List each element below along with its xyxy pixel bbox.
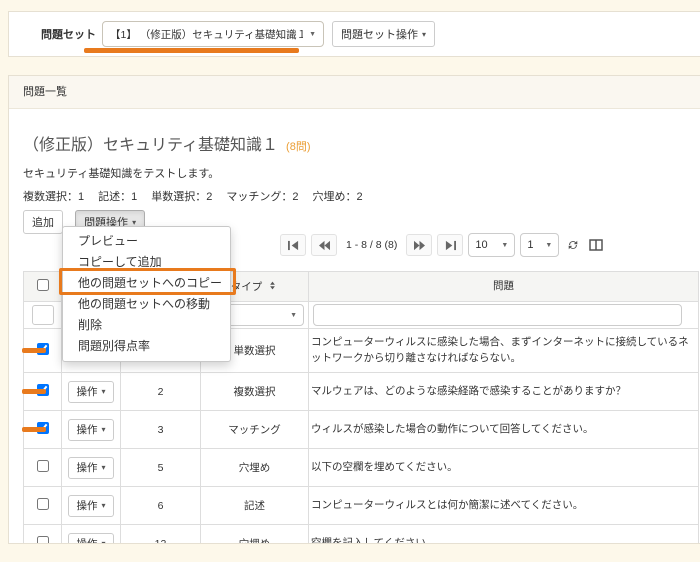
question-set-label: 問題セット [41, 26, 96, 42]
question-text: コンピューターウィルスに感染した場合、まずインターネットに接続しているネットワー… [309, 329, 699, 373]
row-operation-button[interactable]: 操作▾ [68, 419, 113, 441]
annotation-select-underline [84, 48, 299, 53]
refresh-button[interactable] [564, 236, 582, 254]
row-operation-button[interactable]: 操作▾ [68, 381, 113, 403]
row-operation-button[interactable]: 操作▾ [68, 457, 113, 479]
row-select-checkbox[interactable] [37, 460, 49, 472]
quiz-stat: 単数選択：2 [151, 191, 212, 203]
question-text: ウィルスが感染した場合の動作について回答してください。 [309, 411, 699, 449]
question-type: 穴埋め [201, 449, 309, 487]
page-size-value: 10 [475, 239, 487, 251]
chevron-down-icon: ▼ [545, 242, 552, 249]
quiz-description: セキュリティ基礎知識をテストします。 [23, 165, 700, 181]
last-page-icon [444, 240, 457, 251]
annotation-checkbox-underline [22, 389, 46, 394]
menu-item[interactable]: プレビュー [63, 231, 230, 252]
question-column-header: 問題 [309, 272, 699, 302]
table-row: 操作▾ 3マッチングウィルスが感染した場合の動作について回答してください。 [24, 411, 699, 449]
question-set-operations-button[interactable]: 問題セット操作 ▾ [332, 21, 435, 47]
select-all-checkbox[interactable] [37, 279, 49, 291]
question-text: コンピューターウィルスとは何か簡潔に述べてください。 [309, 487, 699, 525]
next-page-button[interactable] [406, 234, 432, 256]
chevron-down-icon: ▼ [309, 31, 316, 38]
chevron-down-icon: ▾ [101, 539, 105, 544]
question-set-select-value: 【1】 （修正版）セキュリティ基礎知識１(8問) [110, 27, 303, 42]
page-number-value: 1 [527, 239, 533, 251]
refresh-icon [566, 238, 580, 252]
question-number: 12 [121, 525, 201, 545]
question-filter-input[interactable] [313, 304, 682, 326]
question-text: マルウェアは、どのような感染経路で感染することがありますか？ [309, 373, 699, 411]
pagination: 1 - 8 / 8 (8) 10 ▼ 1 ▼ [280, 233, 605, 257]
menu-item[interactable]: 削除 [63, 315, 230, 336]
last-page-button[interactable] [437, 234, 463, 256]
sort-icon[interactable] [267, 280, 278, 294]
chevron-down-icon: ▾ [101, 501, 105, 510]
chevron-down-icon: ▾ [101, 463, 105, 472]
columns-icon [589, 239, 603, 251]
quiz-title: （修正版）セキュリティ基礎知識１(8問) [23, 131, 700, 155]
next-page-icon [413, 240, 426, 251]
question-number: 3 [121, 411, 201, 449]
quiz-stat: マッチング：2 [226, 191, 298, 203]
checkbox-filter-box [32, 305, 54, 325]
pagination-range-text: 1 - 8 / 8 (8) [346, 239, 397, 251]
question-text: 空欄を記入してください。 [309, 525, 699, 545]
annotation-checkbox-underline [22, 427, 46, 432]
table-row: 操作▾ 12穴埋め空欄を記入してください。 [24, 525, 699, 545]
chevron-down-icon: ▾ [101, 387, 105, 396]
add-question-button[interactable]: 追加 [23, 210, 63, 234]
question-type: 記述 [201, 487, 309, 525]
question-type: 穴埋め [201, 525, 309, 545]
question-type: 複数選択 [201, 373, 309, 411]
table-row: 操作▾ 5穴埋め以下の空欄を埋めてください。 [24, 449, 699, 487]
chevron-down-icon: ▼ [290, 312, 297, 319]
question-number: 6 [121, 487, 201, 525]
first-page-icon [287, 240, 300, 251]
quiz-stat: 穴埋め：2 [313, 191, 363, 203]
first-page-button[interactable] [280, 234, 306, 256]
question-set-select[interactable]: 【1】 （修正版）セキュリティ基礎知識１(8問) ▼ [102, 21, 324, 47]
table-row: 操作▾ 2複数選択マルウェアは、どのような感染経路で感染することがありますか？ [24, 373, 699, 411]
page-number-select[interactable]: 1 ▼ [520, 233, 559, 257]
chevron-down-icon: ▼ [501, 242, 508, 249]
row-operation-button[interactable]: 操作▾ [68, 495, 113, 517]
quiz-stat: 記述：1 [98, 191, 137, 203]
question-type: マッチング [201, 411, 309, 449]
quiz-stat: 複数選択：1 [23, 191, 84, 203]
columns-button[interactable] [587, 236, 605, 254]
row-operation-button[interactable]: 操作▾ [68, 533, 113, 545]
quiz-type-stats: 複数選択：1 記述：1 単数選択：2 マッチング：2 穴埋め：2 [23, 188, 700, 204]
prev-page-button[interactable] [311, 234, 337, 256]
question-number: 2 [121, 373, 201, 411]
question-count-badge: (8問) [286, 141, 310, 153]
row-select-checkbox[interactable] [37, 498, 49, 510]
menu-item[interactable]: 問題別得点率 [63, 336, 230, 357]
row-select-checkbox[interactable] [37, 536, 49, 544]
annotation-highlight-box [59, 268, 236, 295]
table-row: 操作▾ 6記述コンピューターウィルスとは何か簡潔に述べてください。 [24, 487, 699, 525]
chevron-down-icon: ▾ [101, 425, 105, 434]
chevron-down-icon: ▾ [422, 30, 426, 39]
menu-item[interactable]: 他の問題セットへの移動 [63, 294, 230, 315]
prev-page-icon [318, 240, 331, 251]
annotation-checkbox-underline [22, 348, 46, 353]
question-number: 5 [121, 449, 201, 487]
page-size-select[interactable]: 10 ▼ [468, 233, 515, 257]
question-text: 以下の空欄を埋めてください。 [309, 449, 699, 487]
panel-heading: 問題一覧 [9, 76, 700, 109]
